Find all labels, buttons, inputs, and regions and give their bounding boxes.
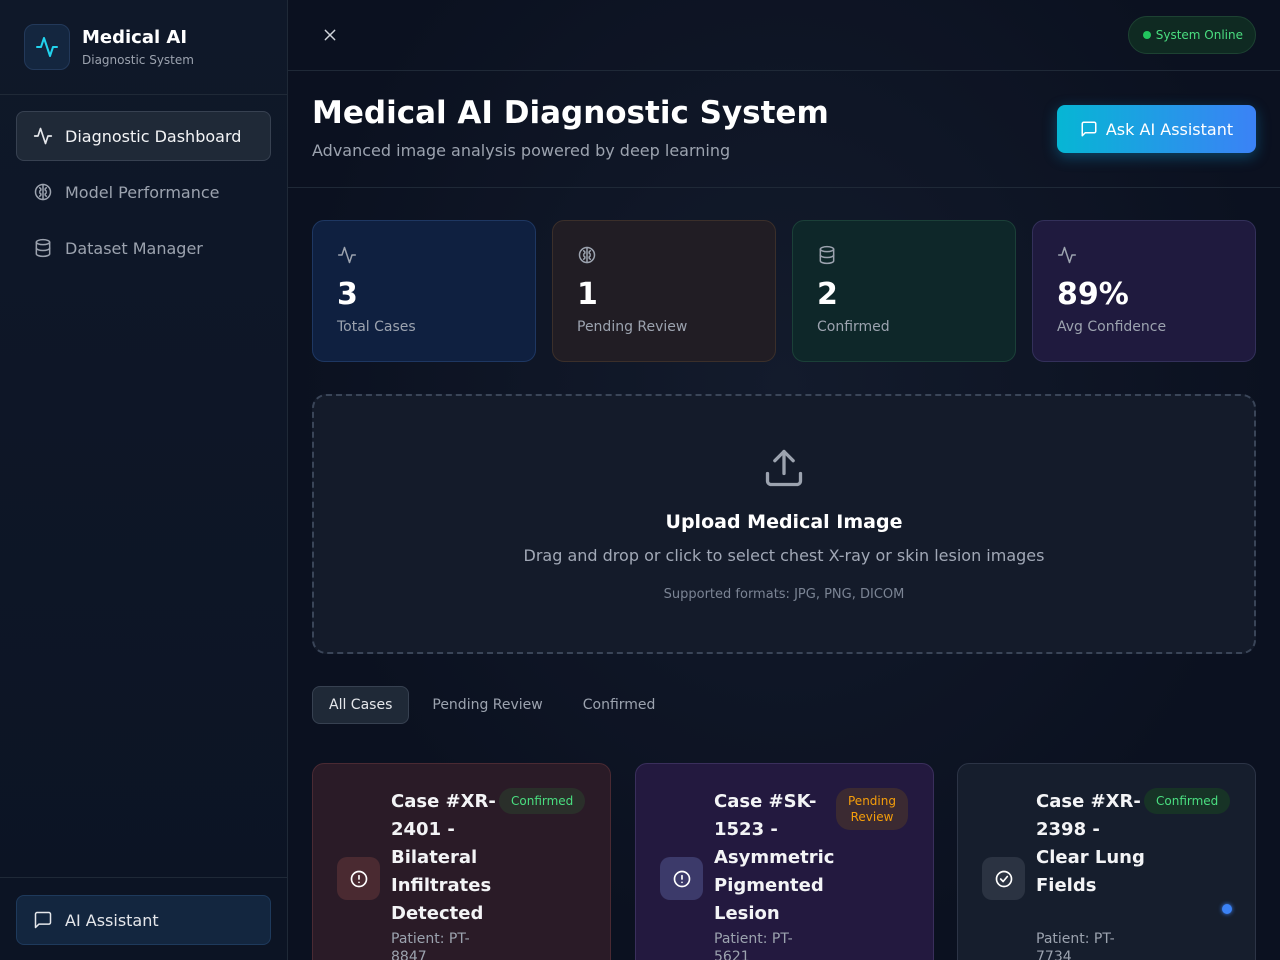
alert-circle-icon [673, 870, 690, 887]
stat-value: 1 [577, 277, 598, 312]
activity-icon [36, 37, 58, 57]
alert-circle-icon [350, 870, 367, 887]
activity-icon [33, 127, 53, 145]
ai-assistant-label: AI Assistant [65, 910, 159, 930]
sidebar-item-dataset-manager[interactable]: Dataset Manager [16, 223, 271, 273]
case-patient: Patient: PT-5621 [714, 931, 793, 960]
sidebar-item-diagnostic-dashboard[interactable]: Diagnostic Dashboard [16, 111, 271, 161]
case-title: Case #SK-1523 - Asymmetric Pigmented Les… [714, 791, 835, 924]
activity-icon [1057, 246, 1077, 264]
sidebar: Medical AI Diagnostic System Diagnostic … [0, 0, 288, 960]
stat-card-avg-confidence: 89% Avg Confidence [1032, 220, 1256, 362]
indicator-dot [1222, 904, 1232, 914]
upload-title: Upload Medical Image [665, 511, 903, 533]
database-icon [819, 245, 835, 265]
main-content: System Online Medical AI Diagnostic Syst… [288, 0, 1280, 960]
close-button[interactable] [320, 25, 340, 45]
logo [24, 24, 70, 70]
case-card[interactable]: Case #SK-1523 - Asymmetric Pigmented Les… [635, 763, 934, 960]
message-square-icon [1081, 121, 1097, 137]
sidebar-nav: Diagnostic Dashboard Model Performance D… [16, 111, 271, 279]
status-badge: Confirmed [499, 788, 586, 814]
activity-icon [337, 246, 357, 264]
stat-card-total-cases: 3 Total Cases [312, 220, 536, 362]
sidebar-item-model-performance[interactable]: Model Performance [16, 167, 271, 217]
sidebar-item-label: Dataset Manager [65, 238, 203, 258]
stat-label: Total Cases [337, 319, 416, 335]
ask-ai-label: Ask AI Assistant [1105, 119, 1234, 139]
case-status-icon-box [982, 857, 1025, 900]
case-card[interactable]: Case #XR-2398 - Clear Lung Fields Patien… [957, 763, 1256, 960]
upload-icon [765, 449, 803, 487]
check-circle-icon [995, 870, 1012, 887]
status-dot [1142, 31, 1151, 39]
sidebar-item-label: Model Performance [65, 182, 220, 202]
topbar: System Online [288, 0, 1280, 71]
message-square-icon [34, 911, 52, 929]
page-subtitle: Advanced image analysis powered by deep … [312, 141, 731, 160]
sidebar-footer: AI Assistant [0, 877, 287, 960]
close-icon [324, 29, 336, 41]
stat-value: 3 [337, 277, 358, 312]
ask-ai-assistant-button[interactable]: Ask AI Assistant [1057, 105, 1256, 153]
status-badge: System Online [1127, 16, 1256, 54]
page-header: Medical AI Diagnostic System Advanced im… [288, 71, 1280, 188]
status-badge: Pending Review [836, 788, 908, 830]
case-title: Case #XR-2401 - Bilateral Infiltrates De… [391, 791, 496, 924]
brand-subtitle: Diagnostic System [82, 53, 194, 67]
stat-label: Avg Confidence [1057, 319, 1167, 335]
upload-dropzone[interactable]: Upload Medical Image Drag and drop or cl… [312, 394, 1256, 654]
case-status-icon-box [337, 857, 380, 900]
stat-label: Pending Review [577, 319, 688, 335]
case-title: Case #XR-2398 - Clear Lung Fields [1036, 791, 1145, 896]
stats-row: 3 Total Cases 1 Pending Review 2 Confirm… [312, 220, 1256, 362]
status-text: System Online [1155, 28, 1243, 42]
case-filter-tabs: All Cases Pending Review Confirmed [312, 686, 678, 724]
tab-confirmed[interactable]: Confirmed [566, 686, 673, 724]
upload-description: Drag and drop or click to select chest X… [523, 546, 1045, 565]
ai-assistant-button[interactable]: AI Assistant [16, 895, 271, 945]
stat-value: 89% [1057, 277, 1129, 312]
database-icon [35, 238, 51, 258]
stat-card-pending-review: 1 Pending Review [552, 220, 776, 362]
case-patient: Patient: PT-7734 [1036, 931, 1115, 960]
case-status-icon-box [660, 857, 703, 900]
case-patient: Patient: PT-8847 [391, 931, 470, 960]
stat-label: Confirmed [817, 319, 890, 335]
page-title: Medical AI Diagnostic System [312, 95, 829, 131]
brand-title: Medical AI [82, 27, 188, 48]
brain-icon [578, 246, 596, 264]
stat-value: 2 [817, 277, 838, 312]
brain-icon [34, 183, 52, 201]
tab-all-cases[interactable]: All Cases [312, 686, 410, 724]
case-card[interactable]: Case #XR-2401 - Bilateral Infiltrates De… [312, 763, 611, 960]
stat-card-confirmed: 2 Confirmed [792, 220, 1016, 362]
status-badge: Confirmed [1144, 788, 1231, 814]
tab-pending-review[interactable]: Pending Review [415, 686, 559, 724]
brand-header: Medical AI Diagnostic System [0, 0, 287, 95]
upload-formats: Supported formats: JPG, PNG, DICOM [663, 587, 905, 602]
sidebar-item-label: Diagnostic Dashboard [65, 126, 242, 146]
